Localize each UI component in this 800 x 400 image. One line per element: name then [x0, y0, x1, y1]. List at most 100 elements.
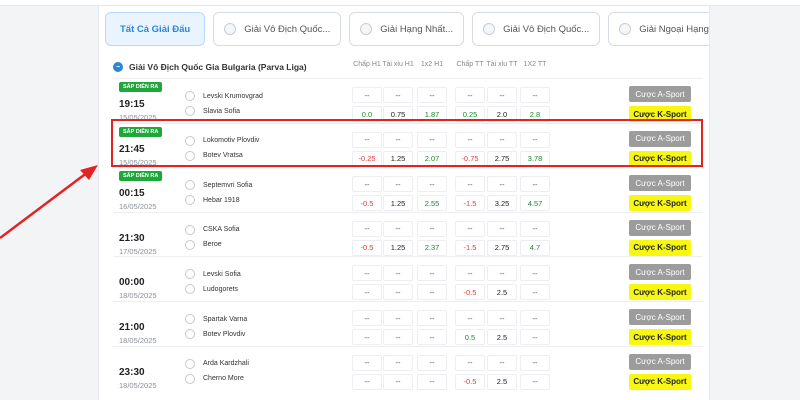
odds-cell[interactable]: 2.5: [487, 329, 517, 345]
odds-cell: --: [383, 354, 413, 371]
team-logo-icon: [185, 284, 195, 295]
team-name: Levski Sofia: [203, 270, 241, 278]
odds-cell: --: [487, 220, 517, 237]
odds-cell: --: [455, 87, 485, 103]
odds-cell[interactable]: 1.87: [417, 106, 447, 122]
bet-a-sport-button[interactable]: Cược A-Sport: [629, 219, 691, 236]
odds-cell[interactable]: 2.5: [487, 284, 517, 301]
tab-label: Giải Vô Địch Quốc...: [503, 23, 590, 35]
odds-cell[interactable]: 4.57: [520, 195, 550, 212]
home-team[interactable]: Arda Kardzhali: [185, 358, 249, 369]
odds-cell[interactable]: 2.37: [417, 239, 447, 256]
bet-a-sport-button[interactable]: Cược A-Sport: [629, 353, 691, 370]
bet-a-sport-button[interactable]: Cược A-Sport: [629, 86, 691, 102]
home-team[interactable]: Levski Sofia: [185, 269, 241, 280]
odds-cell[interactable]: 1.25: [383, 195, 413, 212]
bet-a-sport-button[interactable]: Cược A-Sport: [629, 309, 691, 325]
odds-cell[interactable]: -0.5: [455, 284, 485, 301]
odds-cell[interactable]: 2.0: [487, 106, 517, 122]
odds-cell[interactable]: 1.25: [383, 239, 413, 256]
odds-cell[interactable]: 0.25: [455, 106, 485, 122]
tab-1[interactable]: Giải Vô Địch Quốc...: [213, 12, 342, 46]
tab-label: Giải Hạng Nhất...: [380, 23, 454, 35]
odds-cell[interactable]: 4.7: [520, 239, 550, 256]
odds-cell[interactable]: -0.5: [455, 373, 485, 390]
away-team[interactable]: Botev Vratsa: [185, 150, 243, 161]
odds-cell: --: [455, 131, 485, 148]
odds-cell[interactable]: -1.5: [455, 239, 485, 256]
odds-cell[interactable]: 2.75: [487, 150, 517, 167]
league-logo-icon: [224, 23, 237, 35]
odds-cell[interactable]: 0.75: [383, 106, 413, 122]
tab-3[interactable]: Giải Vô Địch Quốc...: [472, 12, 601, 46]
bet-k-sport-button[interactable]: Cược K-Sport: [629, 106, 691, 122]
match-date: 15/05/2025: [119, 113, 157, 122]
odds-cell: --: [455, 265, 485, 282]
bet-a-sport-button[interactable]: Cược A-Sport: [629, 130, 691, 147]
odds-cell: --: [520, 220, 550, 237]
odds-cell[interactable]: -0.5: [352, 195, 382, 212]
bet-k-sport-button[interactable]: Cược K-Sport: [629, 373, 691, 390]
odds-cell: --: [417, 265, 447, 282]
odds-cell[interactable]: -0.5: [352, 239, 382, 256]
tab-2[interactable]: Giải Hạng Nhất...: [349, 12, 465, 46]
odds-cell: --: [383, 329, 413, 345]
odds-cell: --: [417, 220, 447, 237]
match-date: 18/05/2025: [119, 291, 157, 301]
odds-cell[interactable]: 2.07: [417, 150, 447, 167]
odds-cell[interactable]: 2.8: [520, 106, 550, 122]
bet-k-sport-button[interactable]: Cược K-Sport: [629, 284, 691, 301]
odds-cell: --: [520, 176, 550, 193]
odds-cell: --: [352, 131, 382, 148]
tab-0[interactable]: Tất Cả Giải Đấu: [105, 12, 206, 46]
away-team[interactable]: Ludogorets: [185, 284, 239, 295]
home-team[interactable]: Septemvri Sofia: [185, 180, 253, 191]
home-team[interactable]: Levski Krumovgrad: [185, 91, 263, 101]
match-row: 23:30 18/05/2025 Arda Kardzhali Cherno More…: [113, 345, 703, 391]
home-team[interactable]: CSKA Sofia: [185, 224, 240, 235]
odds-cell[interactable]: -0.25: [352, 150, 382, 167]
match-time: 00:00: [119, 277, 145, 289]
bet-a-sport-button[interactable]: Cược A-Sport: [629, 264, 691, 281]
odds-cell[interactable]: 2.75: [487, 239, 517, 256]
league-logo-icon: [619, 23, 632, 35]
away-team[interactable]: Cherno More: [185, 373, 244, 384]
away-team[interactable]: Beroe: [185, 239, 222, 250]
match-row: 00:00 18/05/2025 Levski Sofia Ludogorets -- -…: [113, 256, 703, 301]
odds-cell: --: [455, 176, 485, 193]
tab-4[interactable]: Giải Ngoại Hạng...: [608, 12, 709, 46]
odds-cell: --: [352, 284, 382, 301]
home-team[interactable]: Lokomotiv Plovdiv: [185, 135, 259, 146]
odds-cell[interactable]: 2.55: [417, 195, 447, 212]
team-name: Septemvri Sofia: [203, 181, 253, 189]
odds-cell[interactable]: 0.5: [455, 329, 485, 345]
away-team[interactable]: Slavia Sofia: [185, 106, 240, 116]
team-logo-icon: [185, 91, 195, 101]
team-name: Ludogorets: [203, 285, 239, 293]
odds-cell[interactable]: 0.0: [352, 106, 382, 122]
odds-cell: --: [352, 265, 382, 282]
away-team[interactable]: Botev Plovdiv: [185, 329, 245, 339]
odds-cell[interactable]: -0.75: [455, 150, 485, 167]
collapse-icon[interactable]: −: [113, 62, 123, 72]
odds-cell[interactable]: 3.78: [520, 150, 550, 167]
match-row: 21:00 18/05/2025 Spartak Varna Botev Plovdi…: [113, 301, 703, 346]
odds-cell: --: [487, 310, 517, 326]
team-name: Beroe: [203, 241, 222, 249]
home-team[interactable]: Spartak Varna: [185, 314, 247, 324]
bet-a-sport-button[interactable]: Cược A-Sport: [629, 175, 691, 192]
league-header[interactable]: − Giải Vô Địch Quốc Gia Bulgaria (Parva …: [113, 58, 307, 76]
team-logo-icon: [185, 239, 195, 250]
bet-k-sport-button[interactable]: Cược K-Sport: [629, 239, 691, 256]
away-team[interactable]: Hebar 1918: [185, 195, 240, 206]
bet-k-sport-button[interactable]: Cược K-Sport: [629, 150, 691, 167]
odds-cell: --: [352, 373, 382, 390]
odds-cell[interactable]: -1.5: [455, 195, 485, 212]
bet-k-sport-button[interactable]: Cược K-Sport: [629, 195, 691, 212]
odds-cell[interactable]: 3.25: [487, 195, 517, 212]
match-time: 21:45: [119, 143, 145, 155]
odds-cell[interactable]: 1.25: [383, 150, 413, 167]
odds-cell[interactable]: 2.5: [487, 373, 517, 390]
bet-k-sport-button[interactable]: Cược K-Sport: [629, 329, 691, 345]
match-date: 18/05/2025: [119, 336, 157, 345]
